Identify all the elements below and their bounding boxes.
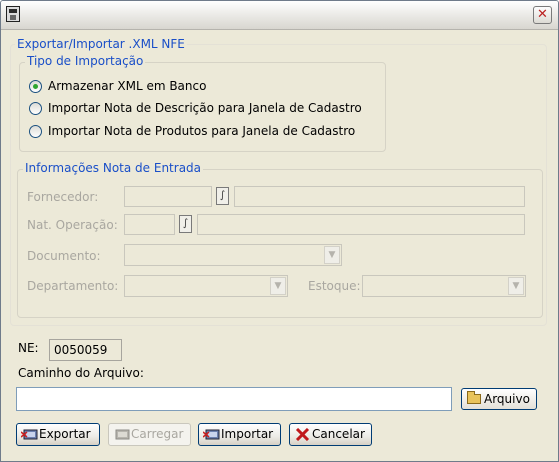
file-path-input[interactable] <box>16 387 452 411</box>
departamento-label: Departamento: <box>27 279 119 293</box>
fornecedor-name-field[interactable] <box>234 186 525 207</box>
importar-button[interactable]: Importar <box>198 423 281 446</box>
folder-icon <box>467 391 481 404</box>
chevron-down-icon[interactable]: ▼ <box>508 277 524 295</box>
fornecedor-code-field[interactable] <box>124 186 212 207</box>
close-button[interactable]: ✕ <box>533 6 552 24</box>
estoque-label: Estoque: <box>308 279 361 293</box>
radio-button[interactable] <box>29 102 42 115</box>
cancel-icon <box>295 428 310 441</box>
lookup-icon: ∫ <box>182 218 189 229</box>
radio-store-xml-label: Armazenar XML em Banco <box>48 79 207 93</box>
entry-info-legend: Informações Nota de Entrada <box>23 161 204 175</box>
export-icon <box>21 429 38 440</box>
close-icon: ✕ <box>537 7 548 22</box>
cancelar-button[interactable]: Cancelar <box>289 423 372 446</box>
nat-operacao-name-field[interactable] <box>197 214 525 235</box>
estoque-select[interactable]: ▼ <box>362 275 526 297</box>
ne-label: NE: <box>18 341 39 355</box>
nat-operacao-code-field[interactable] <box>124 214 175 235</box>
radio-store-xml[interactable]: Armazenar XML em Banco <box>29 79 349 95</box>
radio-button-checked[interactable] <box>29 80 42 93</box>
load-icon <box>115 429 130 440</box>
title-bar[interactable]: ✕ <box>1 1 558 30</box>
exportar-label: Exportar <box>39 427 91 441</box>
dialog-window: ✕ Exportar/Importar .XML NFE Tipo de Imp… <box>0 0 559 462</box>
import-icon <box>203 429 220 440</box>
fornecedor-lookup-button[interactable]: ∫ <box>216 187 229 205</box>
chevron-down-icon[interactable]: ▼ <box>324 246 340 264</box>
radio-import-description-label: Importar Nota de Descrição para Janela d… <box>48 101 362 115</box>
fornecedor-label: Fornecedor: <box>27 190 99 204</box>
browse-file-button[interactable]: Arquivo <box>461 388 537 410</box>
app-icon <box>6 6 20 22</box>
import-type-legend: Tipo de Importação <box>25 54 146 68</box>
documento-select[interactable]: ▼ <box>124 244 342 266</box>
radio-import-products[interactable]: Importar Nota de Produtos para Janela de… <box>29 124 374 140</box>
cancelar-label: Cancelar <box>312 427 365 441</box>
radio-button[interactable] <box>29 125 42 138</box>
importar-label: Importar <box>221 427 274 441</box>
nat-operacao-label: Nat. Operação: <box>27 218 118 232</box>
chevron-down-icon[interactable]: ▼ <box>270 277 286 295</box>
file-path-label: Caminho do Arquivo: <box>18 366 144 380</box>
nat-operacao-lookup-button[interactable]: ∫ <box>179 215 192 233</box>
ne-field: 0050059 <box>49 339 122 361</box>
lookup-icon: ∫ <box>219 190 226 201</box>
browse-file-label: Arquivo <box>484 392 530 406</box>
documento-label: Documento: <box>27 249 101 263</box>
radio-import-products-label: Importar Nota de Produtos para Janela de… <box>48 124 356 138</box>
radio-import-description[interactable]: Importar Nota de Descrição para Janela d… <box>29 101 374 117</box>
carregar-label: Carregar <box>131 427 184 441</box>
export-import-legend: Exportar/Importar .XML NFE <box>15 37 187 51</box>
carregar-button[interactable]: Carregar <box>108 423 191 446</box>
departamento-select[interactable]: ▼ <box>124 275 288 297</box>
exportar-button[interactable]: Exportar <box>16 423 100 446</box>
